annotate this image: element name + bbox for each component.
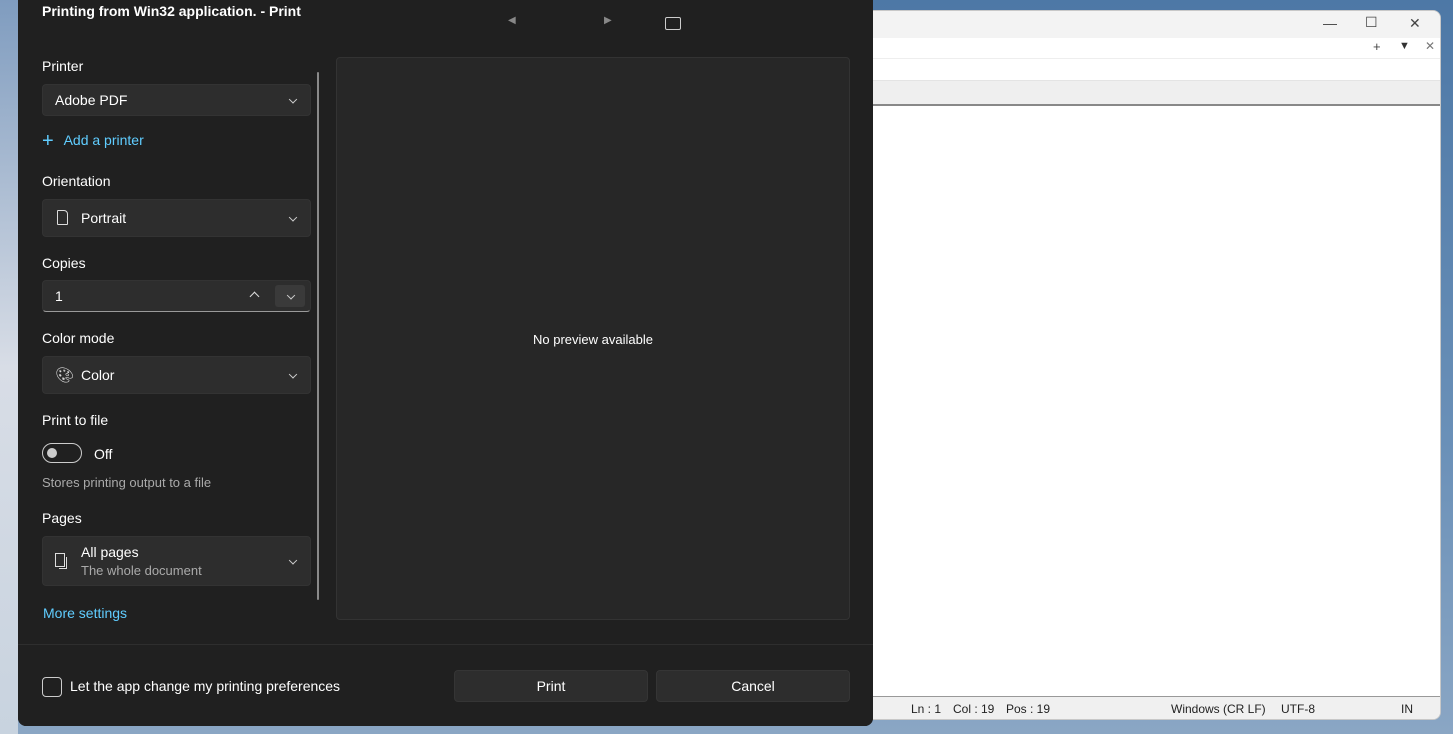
- chevron-down-icon: [288, 370, 298, 379]
- settings-scrollbar[interactable]: [317, 72, 319, 600]
- pages-subtext: The whole document: [81, 563, 202, 578]
- pages-value: All pages: [81, 544, 139, 560]
- desktop-background: [0, 0, 18, 734]
- copies-input[interactable]: 1: [42, 280, 311, 312]
- status-encoding: UTF-8: [1281, 702, 1315, 716]
- printer-label: Printer: [42, 58, 84, 74]
- status-line: Ln : 1: [911, 702, 942, 716]
- app-preferences-label: Let the app change my printing preferenc…: [70, 678, 341, 694]
- print-to-file-toggle[interactable]: [42, 443, 82, 463]
- close-tab-icon[interactable]: ✕: [1425, 39, 1435, 53]
- preview-pane: No preview available: [336, 57, 850, 620]
- notepad-window: — ☐ ✕ + ▼ ✕ Ln : 1 Col : 19 Pos : 19 Win…: [860, 10, 1441, 720]
- chevron-down-icon: [286, 291, 296, 300]
- dialog-title: Printing from Win32 application. - Print: [42, 3, 301, 19]
- preview-message: No preview available: [533, 332, 653, 347]
- copies-label: Copies: [42, 255, 86, 271]
- status-bar: Ln : 1 Col : 19 Pos : 19 Windows (CR LF)…: [861, 696, 1440, 719]
- title-bar: — ☐ ✕: [861, 11, 1440, 38]
- plus-icon: +: [42, 130, 54, 152]
- toolbar: [861, 81, 1440, 106]
- color-mode-value: Color: [81, 367, 115, 383]
- pages-label: Pages: [42, 510, 82, 526]
- decrement-button[interactable]: [275, 285, 305, 307]
- cancel-button[interactable]: Cancel: [656, 670, 850, 702]
- tab-bar: + ▼ ✕: [861, 38, 1440, 59]
- minimize-button[interactable]: —: [1323, 15, 1337, 31]
- status-eol: Windows (CR LF): [1171, 702, 1266, 716]
- next-page-icon[interactable]: ▶: [604, 15, 612, 26]
- status-mode: IN: [1401, 702, 1413, 716]
- status-pos: Pos : 19: [1006, 702, 1051, 716]
- text-editor[interactable]: [861, 106, 1440, 706]
- fit-page-icon[interactable]: [665, 17, 681, 30]
- orientation-dropdown[interactable]: Portrait: [42, 199, 311, 237]
- color-mode-dropdown[interactable]: 🎨︎ Color: [42, 356, 311, 394]
- printer-dropdown[interactable]: Adobe PDF: [42, 84, 311, 116]
- toggle-state: Off: [94, 446, 113, 462]
- print-dialog: Printing from Win32 application. - Print…: [18, 0, 873, 726]
- tab-list-icon[interactable]: ▼: [1399, 40, 1410, 52]
- chevron-down-icon: [288, 556, 298, 565]
- copies-value: 1: [55, 288, 63, 304]
- orientation-value: Portrait: [81, 210, 127, 226]
- chevron-down-icon: [288, 95, 298, 104]
- menu-bar: [861, 59, 1440, 81]
- increment-icon[interactable]: [249, 291, 260, 302]
- print-to-file-label: Print to file: [42, 412, 109, 428]
- app-preferences-checkbox[interactable]: [42, 677, 62, 697]
- printer-value: Adobe PDF: [55, 92, 128, 108]
- pages-icon: [55, 553, 65, 567]
- page-icon: [57, 210, 68, 225]
- add-printer-label: Add a printer: [63, 132, 144, 148]
- orientation-label: Orientation: [42, 173, 111, 189]
- status-col: Col : 19: [953, 702, 995, 716]
- print-to-file-description: Stores printing output to a file: [42, 475, 212, 490]
- previous-page-icon[interactable]: ◀: [508, 15, 516, 26]
- close-button[interactable]: ✕: [1409, 15, 1421, 32]
- maximize-button[interactable]: ☐: [1365, 14, 1378, 31]
- palette-icon: 🎨︎: [55, 367, 75, 384]
- new-tab-icon[interactable]: +: [1373, 39, 1381, 54]
- pages-dropdown[interactable]: All pages The whole document: [42, 536, 311, 586]
- more-settings-link[interactable]: More settings: [43, 605, 127, 621]
- color-mode-label: Color mode: [42, 330, 115, 346]
- chevron-down-icon: [288, 213, 298, 222]
- print-button[interactable]: Print: [454, 670, 648, 702]
- add-printer-link[interactable]: + Add a printer: [42, 130, 144, 153]
